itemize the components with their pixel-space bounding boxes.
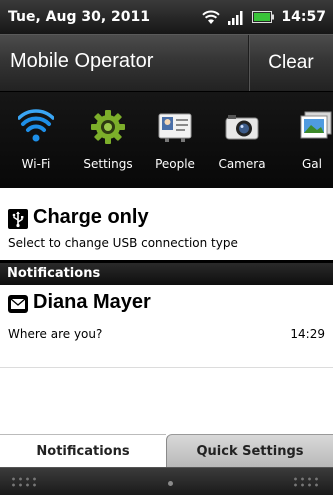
app-label: Gal [302,157,322,171]
message-icon [8,295,28,313]
app-wifi[interactable]: Wi-Fi [3,92,69,188]
status-bar: Tue, Aug 30, 2011 14:57 [0,0,333,34]
usb-icon [8,209,28,229]
wifi-icon [201,9,221,25]
status-icons: 14:57 [201,9,326,25]
signal-icon [228,10,245,25]
notification-header: Mobile Operator Clear [0,34,333,91]
quick-launch-strip: Wi-Fi Settings People Camera Gal [0,91,333,188]
handle-dot-icon [168,481,173,486]
app-camera[interactable]: Camera [209,92,275,188]
notification-sender: Diana Mayer [33,291,151,313]
camera-icon [224,109,260,145]
notification-list: Diana Mayer Where are you? 14:29 [0,285,333,434]
divider [0,367,333,368]
app-people[interactable]: People [142,92,208,188]
app-label: People [155,157,195,171]
tab-notifications[interactable]: Notifications [0,434,166,467]
usb-subtitle: Select to change USB connection type [8,236,238,250]
notification-message: Where are you? [8,327,103,341]
clear-button[interactable]: Clear [248,35,333,91]
gear-icon [90,109,126,145]
notification-time: 14:29 [290,327,325,341]
app-label: Wi-Fi [21,157,51,171]
status-time: 14:57 [281,9,326,25]
grip-icon [10,476,40,488]
app-gallery[interactable]: Gal [282,92,333,188]
usb-connection-item[interactable]: Charge only Select to change USB connect… [0,200,333,260]
panel-tabs: Notifications Quick Settings [0,434,333,467]
grip-icon [292,476,322,488]
usb-title: Charge only [33,206,149,228]
notifications-section-header: Notifications [0,263,333,285]
tab-quick-settings[interactable]: Quick Settings [166,434,333,467]
app-label: Camera [218,157,266,171]
drag-handle[interactable] [0,467,333,495]
divider [0,188,333,200]
notification-item[interactable]: Diana Mayer Where are you? 14:29 [0,285,333,367]
wifi-icon [17,109,55,145]
battery-icon [252,11,275,23]
status-date: Tue, Aug 30, 2011 [8,9,151,25]
app-label: Settings [83,157,133,171]
gallery-icon [297,109,333,145]
app-settings[interactable]: Settings [75,92,141,188]
carrier-name: Mobile Operator [10,50,154,72]
contact-card-icon [157,109,193,145]
